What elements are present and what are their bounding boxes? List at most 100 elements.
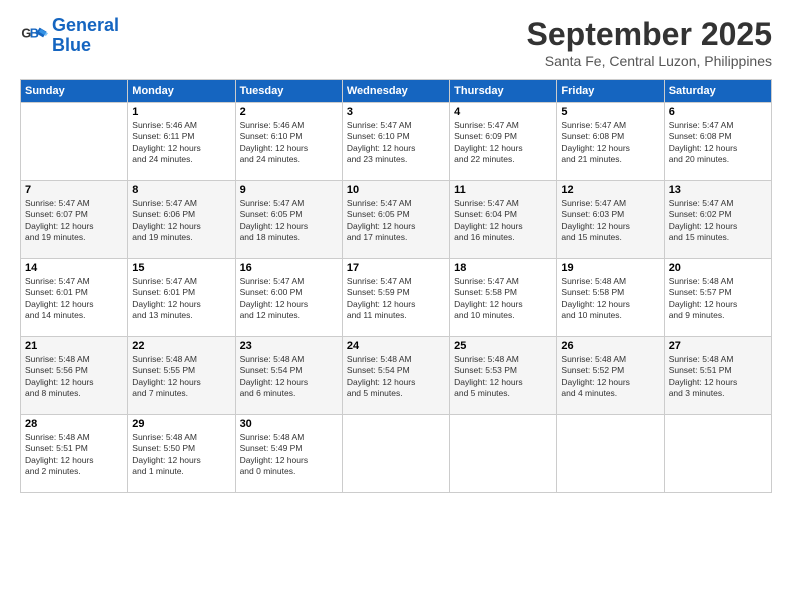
day-info-line-2: Sunset: 5:53 PM bbox=[454, 365, 552, 376]
day-info-line-1: Sunrise: 5:48 AM bbox=[240, 432, 338, 443]
day-info-line-4: and 14 minutes. bbox=[25, 310, 123, 321]
day-info-line-3: Daylight: 12 hours bbox=[132, 299, 230, 310]
day-info-line-4: and 12 minutes. bbox=[240, 310, 338, 321]
day-info-line-4: and 23 minutes. bbox=[347, 154, 445, 165]
day-info-line-3: Daylight: 12 hours bbox=[240, 455, 338, 466]
header: G B General Blue September 2025 Santa Fe… bbox=[20, 16, 772, 69]
day-info-line-2: Sunset: 6:10 PM bbox=[347, 131, 445, 142]
day-info-line-2: Sunset: 5:54 PM bbox=[347, 365, 445, 376]
day-info-line-1: Sunrise: 5:47 AM bbox=[561, 120, 659, 131]
calendar-cell-w5-d1: 28Sunrise: 5:48 AMSunset: 5:51 PMDayligh… bbox=[21, 415, 128, 493]
day-info: Sunrise: 5:47 AMSunset: 6:05 PMDaylight:… bbox=[240, 198, 338, 244]
day-info: Sunrise: 5:48 AMSunset: 5:52 PMDaylight:… bbox=[561, 354, 659, 400]
day-info: Sunrise: 5:48 AMSunset: 5:51 PMDaylight:… bbox=[669, 354, 767, 400]
day-info: Sunrise: 5:48 AMSunset: 5:53 PMDaylight:… bbox=[454, 354, 552, 400]
calendar-cell-w4-d6: 26Sunrise: 5:48 AMSunset: 5:52 PMDayligh… bbox=[557, 337, 664, 415]
calendar-cell-w4-d1: 21Sunrise: 5:48 AMSunset: 5:56 PMDayligh… bbox=[21, 337, 128, 415]
day-info-line-4: and 1 minute. bbox=[132, 466, 230, 477]
col-sunday: Sunday bbox=[21, 80, 128, 103]
day-info-line-4: and 2 minutes. bbox=[25, 466, 123, 477]
day-info-line-3: Daylight: 12 hours bbox=[347, 377, 445, 388]
col-saturday: Saturday bbox=[664, 80, 771, 103]
day-number: 14 bbox=[25, 262, 123, 274]
calendar-cell-w1-d6: 5Sunrise: 5:47 AMSunset: 6:08 PMDaylight… bbox=[557, 103, 664, 181]
day-number: 16 bbox=[240, 262, 338, 274]
day-info: Sunrise: 5:47 AMSunset: 6:08 PMDaylight:… bbox=[561, 120, 659, 166]
day-number: 19 bbox=[561, 262, 659, 274]
day-number: 3 bbox=[347, 106, 445, 118]
day-info-line-2: Sunset: 5:51 PM bbox=[25, 443, 123, 454]
calendar-cell-w5-d7 bbox=[664, 415, 771, 493]
calendar-week-5: 28Sunrise: 5:48 AMSunset: 5:51 PMDayligh… bbox=[21, 415, 772, 493]
calendar-cell-w4-d3: 23Sunrise: 5:48 AMSunset: 5:54 PMDayligh… bbox=[235, 337, 342, 415]
day-info-line-3: Daylight: 12 hours bbox=[132, 377, 230, 388]
day-info-line-4: and 9 minutes. bbox=[669, 310, 767, 321]
day-info: Sunrise: 5:47 AMSunset: 6:06 PMDaylight:… bbox=[132, 198, 230, 244]
calendar-cell-w4-d7: 27 Sunrise: 5:48 AMSunset: 5:51 PMDayligh… bbox=[664, 337, 771, 415]
day-info-line-1: Sunrise: 5:48 AM bbox=[561, 276, 659, 287]
day-info-line-3: Daylight: 12 hours bbox=[347, 221, 445, 232]
day-info: Sunrise: 5:47 AMSunset: 6:10 PMDaylight:… bbox=[347, 120, 445, 166]
day-number: 9 bbox=[240, 184, 338, 196]
day-info-line-1: Sunrise: 5:48 AM bbox=[669, 354, 767, 365]
day-info-line-3: Daylight: 12 hours bbox=[347, 143, 445, 154]
calendar-cell-w1-d5: 4 Sunrise: 5:47 AMSunset: 6:09 PMDaylight… bbox=[450, 103, 557, 181]
day-number: 20 bbox=[669, 262, 767, 274]
day-info-line-1: Sunrise: 5:48 AM bbox=[347, 354, 445, 365]
day-info: Sunrise: 5:48 AMSunset: 5:56 PMDaylight:… bbox=[25, 354, 123, 400]
day-info-line-3: Daylight: 12 hours bbox=[454, 377, 552, 388]
day-info-line-3: Daylight: 12 hours bbox=[132, 143, 230, 154]
calendar-cell-w5-d2: 29Sunrise: 5:48 AMSunset: 5:50 PMDayligh… bbox=[128, 415, 235, 493]
day-info-line-2: Sunset: 6:05 PM bbox=[240, 209, 338, 220]
day-info: Sunrise: 5:47 AMSunset: 6:09 PMDaylight:… bbox=[454, 120, 552, 166]
calendar-body: 1Sunrise: 5:46 AMSunset: 6:11 PMDaylight… bbox=[21, 103, 772, 493]
day-info-line-1: Sunrise: 5:47 AM bbox=[347, 276, 445, 287]
day-number: 30 bbox=[240, 418, 338, 430]
calendar-cell-w1-d2: 1Sunrise: 5:46 AMSunset: 6:11 PMDaylight… bbox=[128, 103, 235, 181]
day-info: Sunrise: 5:47 AMSunset: 6:05 PMDaylight:… bbox=[347, 198, 445, 244]
day-info-line-2: Sunset: 5:55 PM bbox=[132, 365, 230, 376]
day-info: Sunrise: 5:47 AMSunset: 5:59 PMDaylight:… bbox=[347, 276, 445, 322]
day-info: Sunrise: 5:48 AMSunset: 5:57 PMDaylight:… bbox=[669, 276, 767, 322]
day-info: Sunrise: 5:48 AMSunset: 5:49 PMDaylight:… bbox=[240, 432, 338, 478]
day-info-line-1: Sunrise: 5:47 AM bbox=[132, 198, 230, 209]
day-info-line-2: Sunset: 5:50 PM bbox=[132, 443, 230, 454]
day-number: 27 bbox=[669, 340, 767, 352]
day-info-line-1: Sunrise: 5:48 AM bbox=[561, 354, 659, 365]
day-info-line-2: Sunset: 6:11 PM bbox=[132, 131, 230, 142]
day-info-line-3: Daylight: 12 hours bbox=[561, 143, 659, 154]
day-info-line-4: and 19 minutes. bbox=[132, 232, 230, 243]
day-info: Sunrise: 5:48 AMSunset: 5:51 PMDaylight:… bbox=[25, 432, 123, 478]
day-number: 6 bbox=[669, 106, 767, 118]
day-info-line-2: Sunset: 6:06 PM bbox=[132, 209, 230, 220]
month-title: September 2025 bbox=[527, 16, 772, 53]
day-info-line-3: Daylight: 12 hours bbox=[132, 455, 230, 466]
day-info-line-4: and 10 minutes. bbox=[561, 310, 659, 321]
day-info-line-4: and 16 minutes. bbox=[454, 232, 552, 243]
day-info-line-3: Daylight: 12 hours bbox=[25, 221, 123, 232]
calendar-week-3: 14Sunrise: 5:47 AMSunset: 6:01 PMDayligh… bbox=[21, 259, 772, 337]
day-info: Sunrise: 5:48 AMSunset: 5:54 PMDaylight:… bbox=[347, 354, 445, 400]
day-info-line-3: Daylight: 12 hours bbox=[240, 299, 338, 310]
day-number: 12 bbox=[561, 184, 659, 196]
day-info-line-3: Daylight: 12 hours bbox=[669, 221, 767, 232]
day-number: 13 bbox=[669, 184, 767, 196]
day-info-line-4: and 22 minutes. bbox=[454, 154, 552, 165]
calendar-cell-w5-d4 bbox=[342, 415, 449, 493]
calendar-cell-w1-d1 bbox=[21, 103, 128, 181]
day-number: 4 bbox=[454, 106, 552, 118]
calendar-cell-w4-d5: 25Sunrise: 5:48 AMSunset: 5:53 PMDayligh… bbox=[450, 337, 557, 415]
col-tuesday: Tuesday bbox=[235, 80, 342, 103]
calendar-cell-w3-d7: 20 Sunrise: 5:48 AMSunset: 5:57 PMDayligh… bbox=[664, 259, 771, 337]
day-info-line-4: and 0 minutes. bbox=[240, 466, 338, 477]
day-info-line-1: Sunrise: 5:47 AM bbox=[454, 120, 552, 131]
day-info-line-3: Daylight: 12 hours bbox=[132, 221, 230, 232]
day-info-line-4: and 8 minutes. bbox=[25, 388, 123, 399]
day-info-line-2: Sunset: 5:58 PM bbox=[561, 287, 659, 298]
calendar-cell-w5-d3: 30 Sunrise: 5:48 AMSunset: 5:49 PMDayligh… bbox=[235, 415, 342, 493]
day-info-line-1: Sunrise: 5:48 AM bbox=[669, 276, 767, 287]
day-number: 23 bbox=[240, 340, 338, 352]
day-number: 17 bbox=[347, 262, 445, 274]
calendar-cell-w1-d7: 6Sunrise: 5:47 AMSunset: 6:08 PMDaylight… bbox=[664, 103, 771, 181]
col-monday: Monday bbox=[128, 80, 235, 103]
